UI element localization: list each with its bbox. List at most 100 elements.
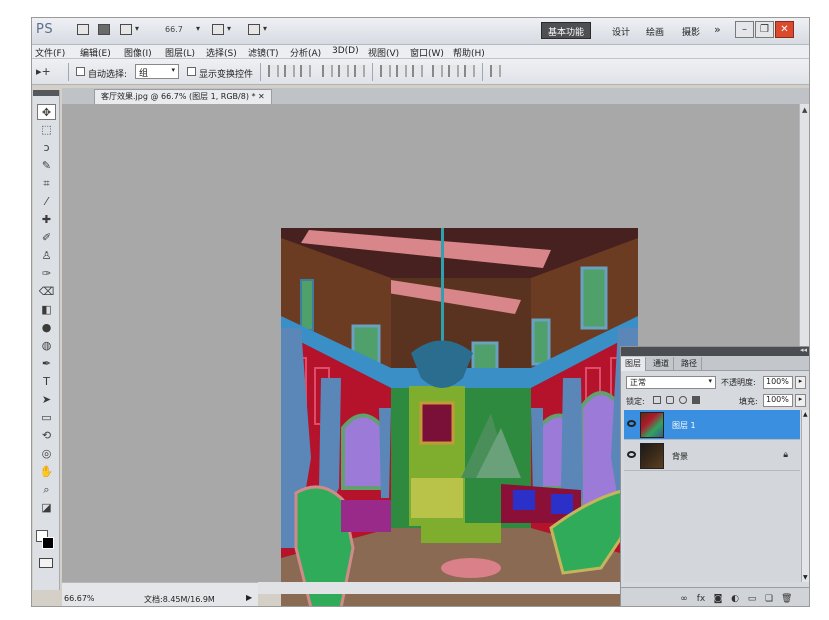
fill-input[interactable]: 100% bbox=[763, 394, 793, 407]
chevron-down-icon[interactable]: ▾ bbox=[227, 24, 231, 33]
history-brush-tool-icon[interactable]: ✑ bbox=[37, 266, 56, 282]
menu-image[interactable]: 图像(I) bbox=[124, 46, 152, 59]
zoom-tool-icon[interactable]: ⌕ bbox=[37, 482, 56, 498]
dodge-tool-icon[interactable]: ◍ bbox=[37, 338, 56, 354]
zoom-level[interactable]: 66.7 bbox=[165, 25, 183, 34]
menu-help[interactable]: 帮助(H) bbox=[453, 46, 485, 59]
layers-panel-titlebar[interactable]: ◂◂ bbox=[621, 346, 809, 356]
chevron-down-icon[interactable]: ▾ bbox=[263, 24, 267, 33]
restore-button[interactable]: ❐ bbox=[755, 21, 774, 38]
fill-slider-icon[interactable]: ▸ bbox=[795, 394, 806, 407]
align-right-icon[interactable] bbox=[354, 65, 365, 77]
document-tab[interactable]: 客厅效果.jpg @ 66.7% (图层 1, RGB/8) * ✕ bbox=[94, 89, 272, 104]
arrange-docs-icon[interactable] bbox=[212, 24, 224, 35]
quick-mask-icon[interactable] bbox=[39, 558, 53, 568]
workspace-photography[interactable]: 摄影 bbox=[682, 25, 700, 38]
move-tool-icon[interactable]: ✥ bbox=[37, 104, 56, 120]
tab-layers[interactable]: 图层 bbox=[621, 357, 646, 371]
view-extras-icon[interactable] bbox=[120, 24, 132, 35]
add-mask-icon[interactable]: ◙ bbox=[713, 594, 723, 604]
new-layer-icon[interactable]: ❏ bbox=[764, 594, 774, 604]
new-group-icon[interactable]: ▭ bbox=[747, 594, 757, 604]
workspace-painting[interactable]: 绘画 bbox=[646, 25, 664, 38]
trash-icon[interactable]: 🗑︎ bbox=[781, 594, 792, 604]
3d-rotate-tool-icon[interactable]: ⟲ bbox=[37, 428, 56, 444]
pen-tool-icon[interactable]: ✒ bbox=[37, 356, 56, 372]
layers-scrollbar[interactable]: ▲ ▼ bbox=[801, 410, 809, 582]
scroll-down-icon[interactable]: ▼ bbox=[803, 574, 808, 581]
default-colors-icon[interactable]: ◪ bbox=[37, 500, 56, 516]
show-transform-controls-checkbox[interactable] bbox=[187, 67, 196, 76]
menu-file[interactable]: 文件(F) bbox=[35, 46, 65, 59]
type-tool-icon[interactable]: T bbox=[37, 374, 56, 390]
menu-3d[interactable]: 3D(D) bbox=[332, 46, 359, 56]
auto-align-icon[interactable] bbox=[490, 65, 501, 77]
eraser-tool-icon[interactable]: ⌫ bbox=[37, 284, 56, 300]
bridge-icon[interactable] bbox=[77, 24, 89, 35]
workspace-design[interactable]: 设计 bbox=[612, 25, 630, 38]
layer-row-background[interactable]: 背景 🔒︎ bbox=[624, 441, 800, 471]
eye-icon[interactable] bbox=[627, 420, 636, 427]
crop-tool-icon[interactable]: ⌗ bbox=[37, 176, 56, 192]
menu-select[interactable]: 选择(S) bbox=[206, 46, 237, 59]
distribute-vcenter-icon[interactable] bbox=[396, 65, 407, 77]
move-tool-preset-icon[interactable]: ▸+ bbox=[36, 65, 51, 78]
gradient-tool-icon[interactable]: ◧ bbox=[37, 302, 56, 318]
link-layers-icon[interactable]: ∞ bbox=[679, 594, 689, 604]
auto-select-checkbox[interactable] bbox=[76, 67, 85, 76]
tab-paths[interactable]: 路径 bbox=[677, 357, 702, 371]
distribute-top-icon[interactable] bbox=[380, 65, 391, 77]
align-left-icon[interactable] bbox=[322, 65, 333, 77]
eye-icon[interactable] bbox=[627, 451, 636, 458]
quick-select-tool-icon[interactable]: ✎ bbox=[37, 158, 56, 174]
menu-filter[interactable]: 滤镜(T) bbox=[248, 46, 279, 59]
layer-row-layer-1[interactable]: 图层 1 bbox=[624, 410, 800, 440]
eyedropper-tool-icon[interactable]: ⁄ bbox=[37, 194, 56, 210]
3d-orbit-tool-icon[interactable]: ◎ bbox=[37, 446, 56, 462]
menu-analysis[interactable]: 分析(A) bbox=[290, 46, 321, 59]
path-select-tool-icon[interactable]: ➤ bbox=[37, 392, 56, 408]
shape-tool-icon[interactable]: ▭ bbox=[37, 410, 56, 426]
lock-image-icon[interactable] bbox=[666, 396, 674, 404]
minimize-button[interactable]: – bbox=[735, 21, 754, 38]
marquee-tool-icon[interactable]: ⬚ bbox=[37, 122, 56, 138]
adjustment-layer-icon[interactable]: ◐ bbox=[730, 594, 740, 604]
align-hcenter-icon[interactable] bbox=[338, 65, 349, 77]
menu-view[interactable]: 视图(V) bbox=[368, 46, 399, 59]
blur-tool-icon[interactable]: ● bbox=[37, 320, 56, 336]
screen-mode-icon[interactable] bbox=[248, 24, 260, 35]
distribute-right-icon[interactable] bbox=[464, 65, 475, 77]
auto-select-target-dropdown[interactable]: 组 ▾ bbox=[135, 64, 179, 79]
align-bottom-icon[interactable] bbox=[300, 65, 311, 77]
status-menu-icon[interactable]: ▶ bbox=[246, 593, 252, 602]
lock-transparent-icon[interactable] bbox=[653, 396, 661, 404]
distribute-bottom-icon[interactable] bbox=[412, 65, 423, 77]
opacity-slider-icon[interactable]: ▸ bbox=[795, 376, 806, 389]
document-canvas-image[interactable] bbox=[281, 228, 638, 607]
scroll-up-icon[interactable]: ▲ bbox=[803, 411, 808, 418]
brush-tool-icon[interactable]: ✐ bbox=[37, 230, 56, 246]
collapse-icon[interactable]: ◂◂ bbox=[800, 346, 807, 354]
align-vcenter-icon[interactable] bbox=[284, 65, 295, 77]
menu-window[interactable]: 窗口(W) bbox=[410, 46, 444, 59]
foreground-color-swatch[interactable] bbox=[42, 537, 54, 549]
clone-stamp-tool-icon[interactable]: ♙ bbox=[37, 248, 56, 264]
chevron-down-icon[interactable]: ▾ bbox=[135, 24, 139, 33]
distribute-hcenter-icon[interactable] bbox=[448, 65, 459, 77]
tools-panel-header[interactable] bbox=[33, 90, 59, 96]
more-workspaces-icon[interactable]: » bbox=[714, 23, 721, 36]
close-button[interactable]: ✕ bbox=[775, 21, 794, 38]
chevron-down-icon[interactable]: ▾ bbox=[196, 24, 200, 33]
align-top-icon[interactable] bbox=[268, 65, 279, 77]
blend-mode-dropdown[interactable]: 正常 ▾ bbox=[626, 376, 716, 389]
tab-channels[interactable]: 通道 bbox=[649, 357, 674, 371]
distribute-left-icon[interactable] bbox=[432, 65, 443, 77]
lasso-tool-icon[interactable]: ↄ bbox=[37, 140, 56, 156]
scroll-up-icon[interactable]: ▲ bbox=[802, 106, 807, 114]
minibridge-icon[interactable] bbox=[98, 24, 110, 35]
layer-style-icon[interactable]: fx bbox=[696, 594, 706, 604]
healing-brush-tool-icon[interactable]: ✚ bbox=[37, 212, 56, 228]
lock-all-icon[interactable] bbox=[692, 396, 700, 404]
opacity-input[interactable]: 100% bbox=[763, 376, 793, 389]
hand-tool-icon[interactable]: ✋ bbox=[37, 464, 56, 480]
